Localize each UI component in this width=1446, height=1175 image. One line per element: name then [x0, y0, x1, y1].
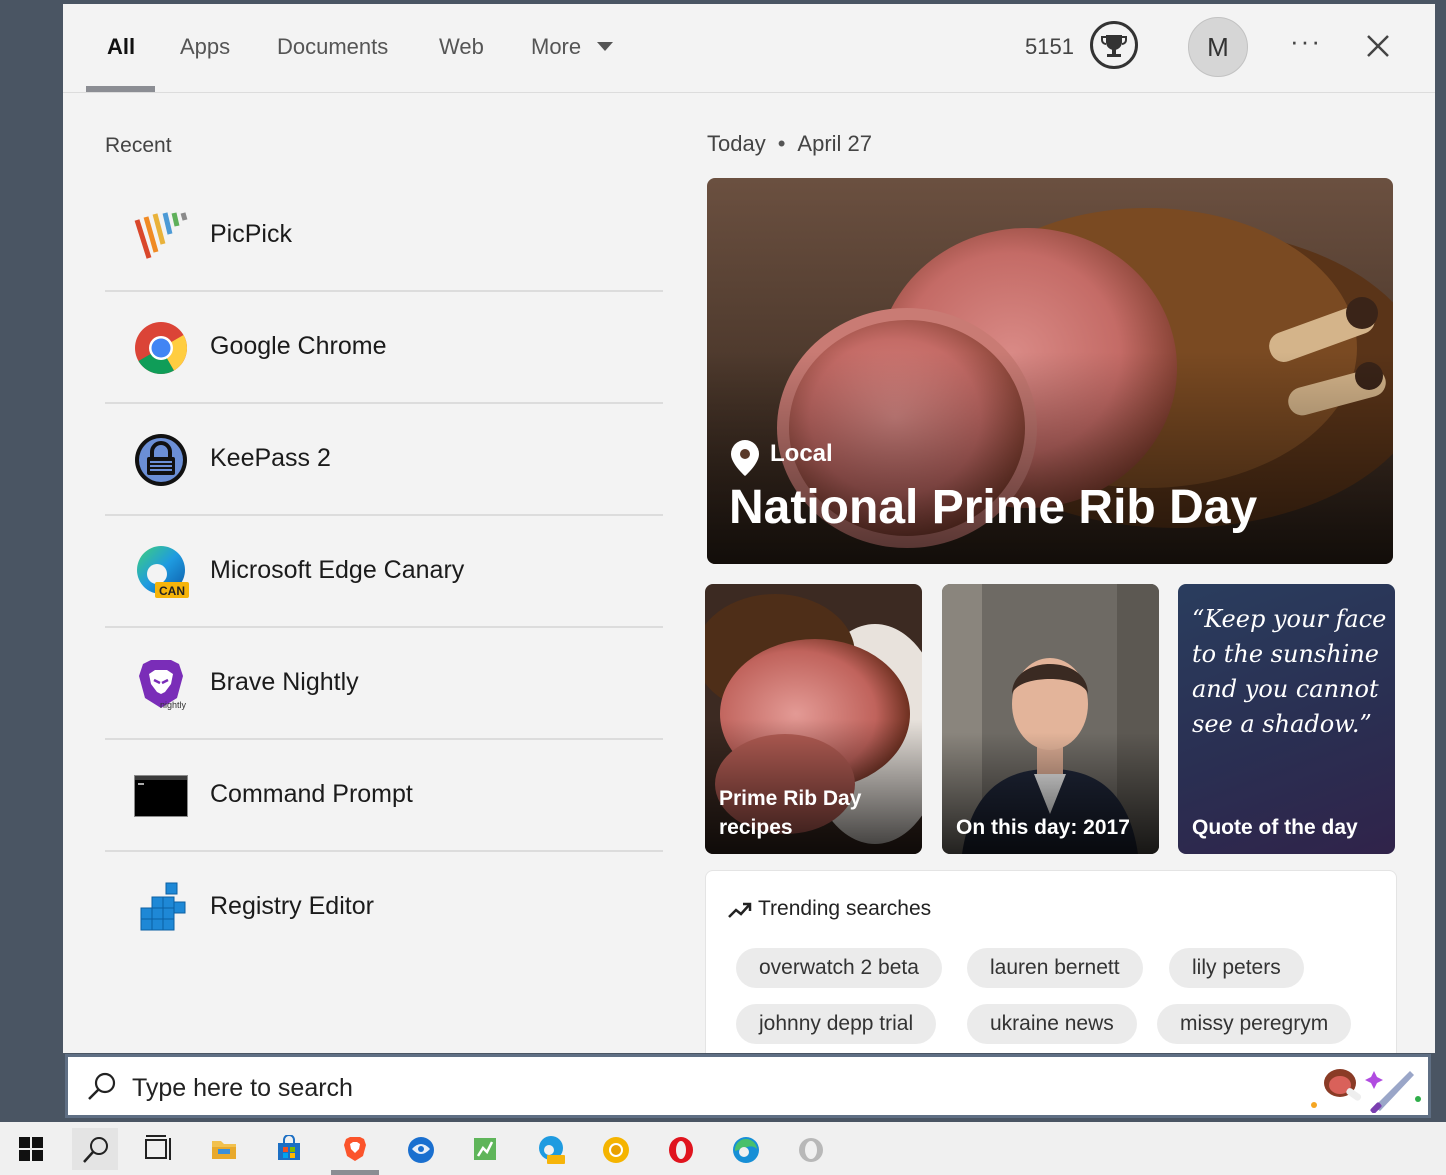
- brave-nightly-icon: nightly: [139, 660, 187, 710]
- ellipsis-icon[interactable]: ···: [1290, 26, 1322, 57]
- hero-card[interactable]: Local National Prime Rib Day: [707, 178, 1393, 564]
- task-view-icon: [145, 1135, 171, 1160]
- trending-pill[interactable]: lauren bernett: [967, 948, 1143, 988]
- trending-pill[interactable]: missy peregrym: [1157, 1004, 1352, 1044]
- edge-canary-icon: CAN: [137, 546, 189, 598]
- taskbar-thunderbird[interactable]: [397, 1128, 443, 1170]
- trending-searches-card: Trending searches overwatch 2 beta laure…: [705, 870, 1397, 1053]
- taskbar: [0, 1122, 1446, 1175]
- card-on-this-day[interactable]: On this day: 2017: [942, 584, 1159, 854]
- hero-title: National Prime Rib Day: [729, 481, 1258, 534]
- tab-all[interactable]: All: [107, 34, 135, 60]
- search-input[interactable]: [130, 1065, 1234, 1111]
- recent-item-registry-editor[interactable]: Registry Editor: [105, 852, 663, 964]
- card-label: On this day: 2017: [956, 816, 1130, 839]
- start-button[interactable]: [8, 1128, 54, 1170]
- tab-web[interactable]: Web: [439, 34, 484, 60]
- active-app-indicator: [331, 1170, 379, 1175]
- recent-item-command-prompt[interactable]: Command Prompt: [105, 740, 663, 852]
- today-date: April 27: [797, 131, 873, 156]
- microsoft-store-icon: [278, 1135, 300, 1160]
- picpick-icon: [134, 212, 188, 259]
- recent-item-brave-nightly[interactable]: nightly Brave Nightly: [105, 628, 663, 740]
- command-prompt-icon: [134, 775, 188, 817]
- trending-title: Trending searches: [758, 897, 932, 920]
- taskbar-spreadsheet-app[interactable]: [462, 1128, 508, 1170]
- keepass-icon: [135, 434, 187, 486]
- browser-ring-icon: [799, 1138, 823, 1162]
- svg-text:CAN: CAN: [159, 584, 185, 598]
- taskbar-chrome-canary[interactable]: [592, 1128, 638, 1170]
- active-tab-indicator: [86, 86, 155, 92]
- search-icon: [88, 1072, 116, 1100]
- recent-item-label: KeePass 2: [210, 444, 331, 472]
- today-label: Today: [707, 131, 766, 156]
- thunderbird-icon: [408, 1137, 434, 1163]
- taskbar-opera[interactable]: [657, 1128, 703, 1170]
- recent-item-label: PicPick: [210, 220, 292, 248]
- taskbar-search-button[interactable]: [72, 1128, 118, 1170]
- chrome-icon: [135, 322, 187, 374]
- trophy-icon[interactable]: [1090, 21, 1138, 69]
- card-quote-of-the-day[interactable]: “Keep your face to the sunshine and you …: [1178, 584, 1395, 854]
- filter-tab-bar: All Apps Documents Web More 5151 M ···: [63, 4, 1435, 93]
- edge-canary-icon: [539, 1136, 565, 1164]
- tab-more[interactable]: More: [531, 34, 581, 60]
- opera-icon: [669, 1137, 693, 1163]
- recent-item-edge-canary[interactable]: CAN Microsoft Edge Canary: [105, 516, 663, 628]
- trending-pill[interactable]: overwatch 2 beta: [736, 948, 942, 988]
- chrome-canary-icon: [603, 1137, 629, 1163]
- tab-apps[interactable]: Apps: [180, 34, 230, 60]
- close-icon[interactable]: [1363, 31, 1393, 61]
- brave-icon: [344, 1137, 366, 1161]
- spreadsheet-icon: [474, 1138, 496, 1160]
- user-avatar[interactable]: M: [1188, 17, 1248, 77]
- recent-item-label: Registry Editor: [210, 892, 374, 920]
- today-date-line: Today • April 27: [707, 131, 872, 157]
- chevron-down-icon[interactable]: [597, 42, 613, 51]
- taskbar-browser[interactable]: [787, 1128, 833, 1170]
- card-label: Quote of the day: [1192, 816, 1358, 839]
- recent-item-keepass[interactable]: KeePass 2: [105, 404, 663, 516]
- recent-item-label: Google Chrome: [210, 332, 387, 360]
- file-explorer-icon: [212, 1141, 236, 1159]
- recent-item-label: Microsoft Edge Canary: [210, 556, 465, 584]
- taskbar-edge-canary[interactable]: [527, 1128, 573, 1170]
- windows-logo-icon: [19, 1137, 43, 1161]
- taskbar-file-explorer[interactable]: [201, 1128, 247, 1170]
- taskbar-brave[interactable]: [332, 1128, 378, 1170]
- rewards-points[interactable]: 5151: [1025, 34, 1074, 60]
- taskbar-edge[interactable]: [722, 1128, 768, 1170]
- recent-heading: Recent: [105, 134, 172, 157]
- taskbar-microsoft-store[interactable]: [266, 1128, 312, 1170]
- search-highlight-doodle-icon: [1311, 1069, 1421, 1113]
- trending-pill[interactable]: ukraine news: [967, 1004, 1137, 1044]
- recent-item-picpick[interactable]: PicPick: [105, 180, 663, 292]
- registry-editor-icon: [140, 882, 186, 931]
- trending-up-icon: [728, 902, 752, 918]
- trending-pill[interactable]: johnny depp trial: [736, 1004, 937, 1044]
- recent-item-chrome[interactable]: Google Chrome: [105, 292, 663, 404]
- hero-tag-local: Local: [770, 440, 833, 467]
- svg-text:nightly: nightly: [160, 700, 187, 710]
- search-icon: [83, 1137, 108, 1163]
- recent-item-label: Command Prompt: [210, 780, 413, 808]
- tab-documents[interactable]: Documents: [277, 34, 388, 60]
- search-flyout: All Apps Documents Web More 5151 M ··· R…: [63, 4, 1435, 1053]
- task-view-button[interactable]: [134, 1128, 180, 1170]
- separator-dot: •: [777, 131, 786, 156]
- trending-pill[interactable]: lily peters: [1169, 948, 1304, 988]
- recent-item-label: Brave Nightly: [210, 668, 359, 696]
- card-label: Prime Rib Day recipes: [719, 787, 862, 839]
- quote-text: “Keep your face to the sunshine and you …: [1192, 605, 1387, 738]
- search-box[interactable]: [65, 1054, 1431, 1118]
- edge-icon: [733, 1137, 759, 1163]
- card-prime-rib-recipes[interactable]: Prime Rib Day recipes: [705, 584, 922, 854]
